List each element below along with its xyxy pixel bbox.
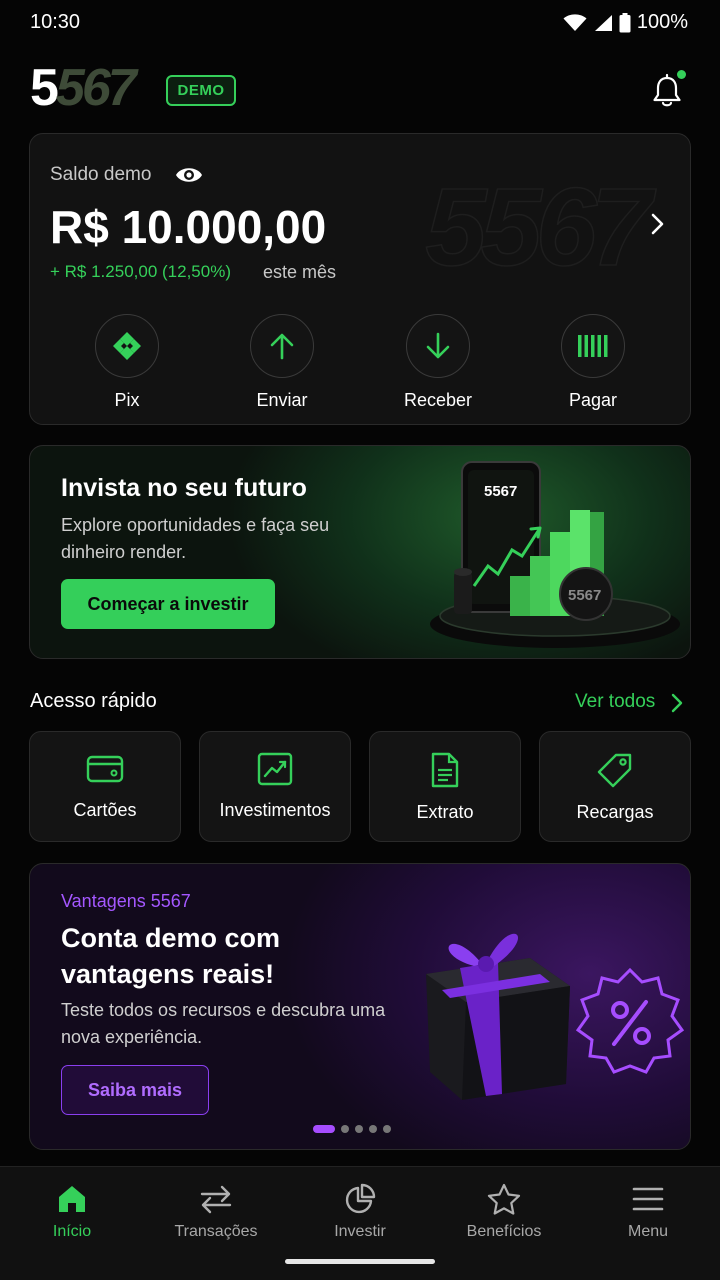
phone-logo: 5567 bbox=[484, 483, 517, 500]
card-icon bbox=[86, 755, 124, 783]
quick-access-title: Acesso rápido bbox=[30, 690, 157, 712]
nav-label: Investir bbox=[334, 1223, 386, 1240]
send-button[interactable]: Enviar bbox=[222, 314, 342, 411]
quick-access-recharges[interactable]: Recargas bbox=[539, 731, 691, 842]
nav-item-transactions[interactable]: Transações bbox=[156, 1179, 276, 1241]
eye-icon[interactable] bbox=[174, 163, 204, 187]
barcode-icon bbox=[578, 335, 608, 357]
tag-icon bbox=[597, 753, 632, 788]
quick-access-investments[interactable]: Investimentos bbox=[199, 731, 351, 842]
quick-access-label: Investimentos bbox=[219, 800, 331, 820]
status-time: 10:30 bbox=[30, 11, 81, 33]
pay-button[interactable]: Pagar bbox=[533, 314, 653, 411]
battery-level: 100% bbox=[636, 11, 688, 33]
promo-tag: Vantagens 5567 bbox=[61, 891, 191, 911]
carousel-dot[interactable] bbox=[313, 1125, 335, 1133]
chevron-right-icon[interactable] bbox=[650, 212, 666, 236]
nav-label: Início bbox=[52, 1223, 92, 1240]
chart-icon bbox=[257, 752, 293, 786]
balance-gain: + R$ 1.250,00 (12,50%) bbox=[50, 262, 231, 281]
quick-access-label: Extrato bbox=[416, 802, 474, 822]
coin-logo: 5567 bbox=[568, 587, 601, 604]
nav-item-benefits[interactable]: Benefícios bbox=[444, 1179, 564, 1241]
quick-access-label: Recargas bbox=[576, 802, 654, 822]
promo-banner[interactable]: Vantagens 5567 Conta demo com vantagens … bbox=[29, 863, 691, 1150]
send-label: Enviar bbox=[256, 390, 308, 410]
nav-label: Benefícios bbox=[466, 1223, 542, 1240]
arrow-up-icon bbox=[270, 333, 294, 360]
star-icon bbox=[487, 1183, 521, 1215]
balance-actions: Pix Enviar Receber Pagar bbox=[30, 314, 690, 414]
carousel-dot[interactable] bbox=[383, 1125, 391, 1133]
gift-illustration bbox=[426, 933, 685, 1100]
balance-gain-period: este mês bbox=[263, 262, 337, 282]
promo-text: Teste todos os recursos e descubra uma n… bbox=[61, 1000, 386, 1047]
promo-title: Conta demo com vantagens reais! bbox=[61, 923, 281, 989]
demo-badge: DEMO bbox=[166, 75, 236, 106]
menu-icon bbox=[632, 1187, 664, 1211]
pay-label: Pagar bbox=[568, 390, 618, 410]
nav-item-home[interactable]: Início bbox=[12, 1179, 132, 1241]
signal-icon bbox=[594, 14, 612, 31]
card-watermark: 5567 bbox=[425, 165, 653, 290]
status-bar: 10:30 100% bbox=[0, 0, 720, 46]
invest-banner[interactable]: Invista no seu futuro Explore oportunida… bbox=[29, 445, 691, 659]
quick-access-label: Cartões bbox=[73, 800, 137, 820]
carousel-dot[interactable] bbox=[355, 1125, 363, 1133]
nav-label: Transações bbox=[174, 1223, 258, 1240]
status-icons: 100% bbox=[563, 11, 688, 34]
wifi-icon bbox=[563, 13, 587, 31]
quick-access-statement[interactable]: Extrato bbox=[369, 731, 521, 842]
pix-icon bbox=[113, 332, 141, 360]
start-investing-button[interactable]: Começar a investir bbox=[61, 579, 275, 629]
nav-label: Menu bbox=[627, 1223, 669, 1240]
carousel-dot[interactable] bbox=[369, 1125, 377, 1133]
pix-label: Pix bbox=[114, 390, 140, 410]
pie-chart-icon bbox=[345, 1183, 376, 1214]
see-all-link[interactable]: Ver todos bbox=[575, 691, 655, 713]
invest-illustration: 5567 5567 bbox=[430, 461, 680, 648]
nav-item-menu[interactable]: Menu bbox=[588, 1179, 708, 1241]
home-icon bbox=[59, 1186, 85, 1212]
home-indicator[interactable] bbox=[285, 1259, 435, 1264]
balance-label: Saldo demo bbox=[50, 164, 152, 185]
receive-label: Receber bbox=[403, 390, 473, 410]
receive-button[interactable]: Receber bbox=[378, 314, 498, 411]
carousel-dot[interactable] bbox=[341, 1125, 349, 1133]
notification-dot bbox=[677, 70, 686, 79]
arrow-down-icon bbox=[426, 332, 450, 359]
balance-card[interactable]: 5567 Saldo demo R$ 10.000,00 + R$ 1.250,… bbox=[29, 133, 691, 425]
app-logo: 5567 bbox=[30, 59, 137, 117]
carousel-dots bbox=[313, 1125, 391, 1133]
nav-item-invest[interactable]: Investir bbox=[300, 1179, 420, 1241]
learn-more-button[interactable]: Saiba mais bbox=[61, 1065, 209, 1115]
invest-title: Invista no seu futuro bbox=[61, 474, 307, 502]
invest-text: Explore oportunidades e faça seu dinheir… bbox=[61, 515, 330, 562]
chevron-right-icon[interactable] bbox=[670, 692, 684, 714]
document-icon bbox=[431, 752, 459, 788]
quick-access-cards[interactable]: Cartões bbox=[29, 731, 181, 842]
battery-icon bbox=[619, 12, 631, 32]
balance-value: R$ 10.000,00 bbox=[50, 201, 327, 253]
pix-button[interactable]: Pix bbox=[67, 314, 187, 411]
transfer-icon bbox=[200, 1185, 232, 1214]
